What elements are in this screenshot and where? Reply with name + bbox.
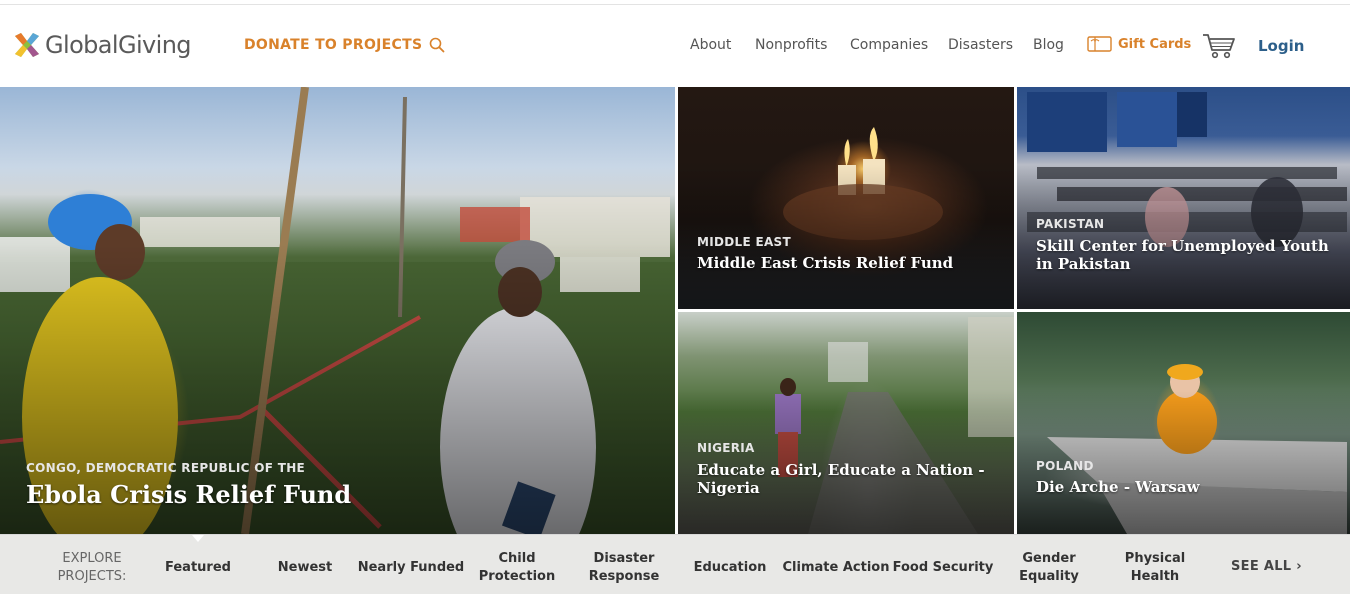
tile-title: Educate a Girl, Educate a Nation - Niger… (697, 461, 985, 497)
category-food-security[interactable]: Food Security (888, 559, 998, 577)
tile-shade (1017, 87, 1350, 309)
category-nearly-funded[interactable]: Nearly Funded (356, 559, 466, 577)
tile-shade (1017, 312, 1350, 534)
tile-shade (678, 312, 1014, 534)
nav-disasters[interactable]: Disasters (948, 37, 1013, 53)
category-disaster-response[interactable]: Disaster Response (569, 550, 679, 586)
tile-title: Ebola Crisis Relief Fund (26, 480, 352, 509)
login-link[interactable]: Login (1258, 37, 1304, 55)
tile-country: CONGO, DEMOCRATIC REPUBLIC OF THE (26, 461, 306, 475)
category-climate-action[interactable]: Climate Action (781, 559, 891, 577)
gift-cards-label: Gift Cards (1118, 36, 1192, 52)
cart-icon[interactable] (1202, 32, 1236, 60)
category-gender-equality[interactable]: Gender Equality (994, 550, 1104, 586)
active-category-pointer (192, 535, 204, 542)
tile-title: Die Arche - Warsaw (1036, 478, 1200, 496)
gift-cards-link[interactable]: Gift Cards (1087, 35, 1191, 53)
see-all-link[interactable]: SEE ALL › (1231, 559, 1302, 574)
tile-country: PAKISTAN (1036, 217, 1105, 231)
tile-country: MIDDLE EAST (697, 235, 791, 249)
category-newest[interactable]: Newest (250, 559, 360, 577)
gift-card-icon (1087, 36, 1112, 52)
tile-title: Middle East Crisis Relief Fund (697, 254, 954, 272)
category-education[interactable]: Education (675, 559, 785, 577)
explore-projects-bar: EXPLORE PROJECTS: Featured Newest Nearly… (0, 534, 1350, 594)
project-tile-congo[interactable]: CONGO, DEMOCRATIC REPUBLIC OF THE Ebola … (0, 87, 675, 534)
top-border (0, 0, 1350, 5)
tile-country: NIGERIA (697, 441, 755, 455)
project-tile-nigeria[interactable]: NIGERIA Educate a Girl, Educate a Nation… (678, 312, 1014, 534)
nav-nonprofits[interactable]: Nonprofits (755, 37, 827, 53)
tile-title: Skill Center for Unemployed Youth in Pak… (1036, 237, 1329, 273)
nav-companies[interactable]: Companies (850, 37, 928, 53)
project-tile-middle-east[interactable]: MIDDLE EAST Middle East Crisis Relief Fu… (678, 87, 1014, 309)
nav-blog[interactable]: Blog (1033, 37, 1064, 53)
tile-shade (678, 87, 1014, 309)
project-tile-poland[interactable]: POLAND Die Arche - Warsaw (1017, 312, 1350, 534)
project-tile-pakistan[interactable]: PAKISTAN Skill Center for Unemployed You… (1017, 87, 1350, 309)
category-featured[interactable]: Featured (143, 559, 253, 577)
category-child-protection[interactable]: Child Protection (462, 550, 572, 586)
tile-country: POLAND (1036, 459, 1094, 473)
nav-about[interactable]: About (690, 37, 731, 53)
category-physical-health[interactable]: Physical Health (1100, 550, 1210, 586)
explore-heading: EXPLORE PROJECTS: (57, 551, 127, 584)
site-header: GlobalGiving DONATE TO PROJECTS About No… (0, 6, 1350, 87)
